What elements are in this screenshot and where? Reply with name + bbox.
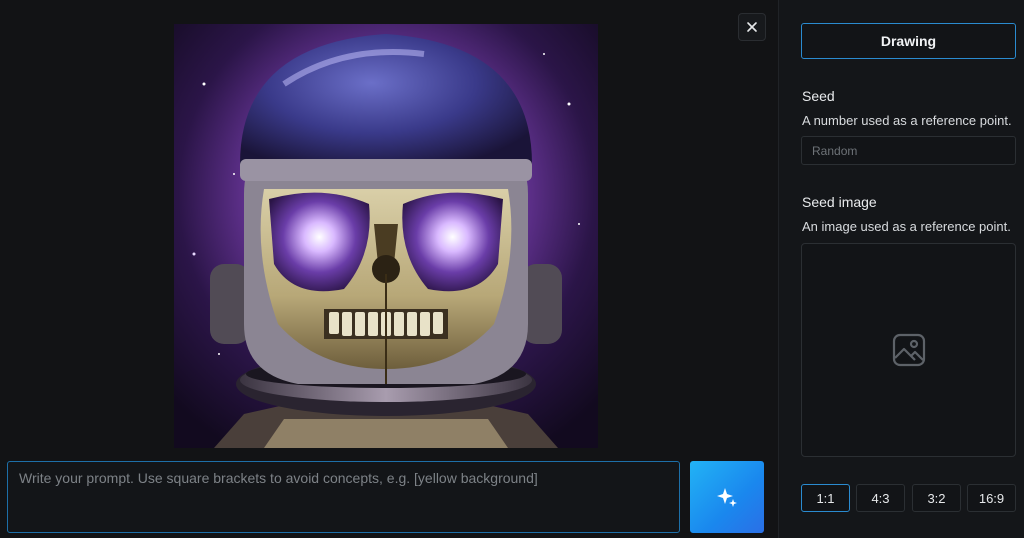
generate-button[interactable] xyxy=(690,461,764,533)
seed-label: Seed xyxy=(802,88,835,104)
seed-input[interactable] xyxy=(801,136,1016,165)
image-icon xyxy=(892,333,925,367)
seed-image-description: An image used as a reference point. xyxy=(802,219,1011,234)
ratio-button-1-1[interactable]: 1:1 xyxy=(801,484,850,512)
astronaut-artwork xyxy=(174,24,598,448)
prompt-input[interactable] xyxy=(7,461,680,533)
main-panel xyxy=(0,0,778,538)
seed-image-dropzone[interactable] xyxy=(801,243,1016,457)
close-button[interactable] xyxy=(738,13,766,41)
seed-image-label: Seed image xyxy=(802,194,877,210)
ratio-button-3-2[interactable]: 3:2 xyxy=(912,484,961,512)
ratio-button-16-9[interactable]: 16:9 xyxy=(967,484,1016,512)
generated-image[interactable] xyxy=(174,24,598,448)
seed-description: A number used as a reference point. xyxy=(802,113,1012,128)
ratio-button-4-3[interactable]: 4:3 xyxy=(856,484,905,512)
close-icon xyxy=(747,22,757,32)
settings-sidebar: Drawing Seed A number used as a referenc… xyxy=(778,0,1024,538)
sparkles-icon xyxy=(717,488,737,507)
drawing-mode-button[interactable]: Drawing xyxy=(801,23,1016,59)
